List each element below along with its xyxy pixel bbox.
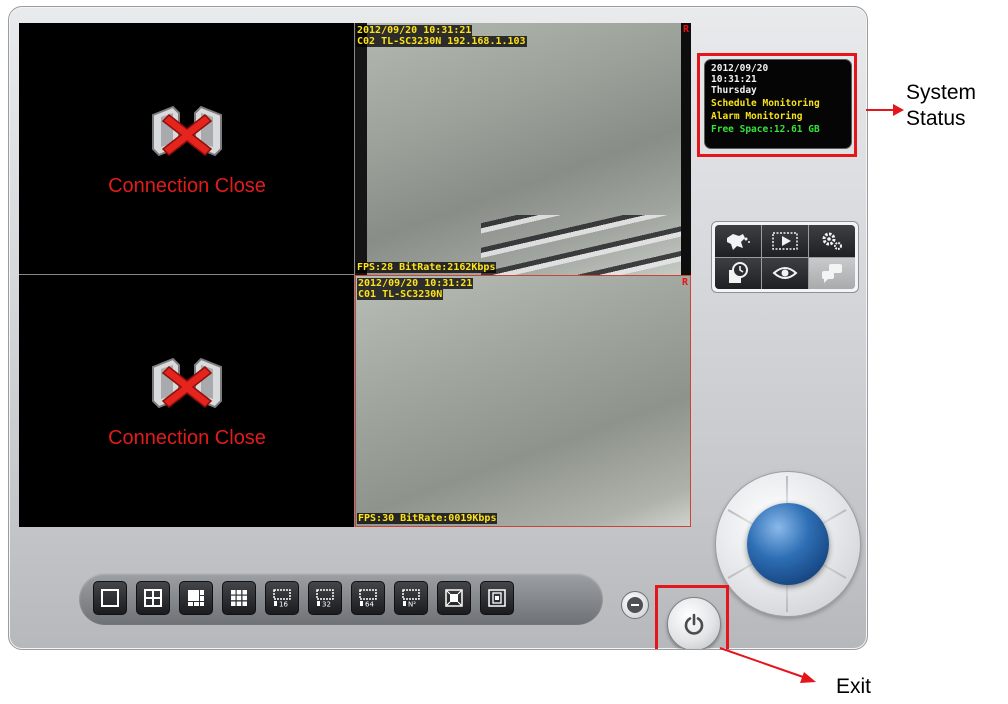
emap-button[interactable] <box>715 225 761 257</box>
callout-system-line2: Status <box>906 107 966 130</box>
system-status-callout: System Status <box>906 80 976 132</box>
layout-badge: 64 <box>365 601 374 609</box>
live-video-feed <box>356 276 690 526</box>
connection-close-message: Connection Close <box>108 175 266 197</box>
schedule-icon <box>729 262 748 284</box>
status-schedule-monitoring: Schedule Monitoring <box>711 98 820 109</box>
minus-icon <box>627 597 643 613</box>
status-alarm-monitoring: Alarm Monitoring <box>711 111 803 122</box>
power-icon <box>684 613 704 635</box>
ptz-control-ring[interactable] <box>715 471 861 617</box>
layout-16-button[interactable]: 16 <box>265 581 299 615</box>
sequence-icon <box>488 589 506 607</box>
camera-channel-3[interactable]: Connection Close <box>19 275 355 527</box>
schedule-button[interactable] <box>715 257 761 289</box>
status-weekday: Thursday <box>711 85 757 96</box>
fullscreen-icon <box>445 589 463 607</box>
system-status-panel: 2012/09/20 10:31:21 Thursday Schedule Mo… <box>704 59 852 149</box>
layout-32-icon: 32 <box>316 589 334 609</box>
status-date: 2012/09/20 <box>711 63 769 74</box>
osd-timestamp: 2012/09/20 10:31:21 <box>356 25 473 36</box>
layout-4-button[interactable] <box>136 581 170 615</box>
recording-flag: R <box>682 24 689 35</box>
status-time: 10:31:21 <box>711 74 757 85</box>
layout-badge: 16 <box>279 601 288 609</box>
layout-n2-button[interactable]: N² <box>394 581 428 615</box>
monitor-eye-icon <box>772 267 798 280</box>
exit-button[interactable] <box>667 597 721 649</box>
sequence-button[interactable] <box>480 581 514 615</box>
minimize-button[interactable] <box>621 591 649 619</box>
layout-16-icon: 16 <box>273 589 291 609</box>
layout-1-icon <box>101 589 119 607</box>
osd-stats: FPS:30 BitRate:0019Kbps <box>357 513 498 524</box>
layout-32-button[interactable]: 32 <box>308 581 342 615</box>
camera-channel-4[interactable]: 2012/09/20 10:31:21 C01 TL-SC3230N FPS:3… <box>355 275 691 527</box>
playback-button[interactable] <box>762 225 808 257</box>
osd-camera-label: C01 TL-SC3230N <box>357 289 444 300</box>
osd-stats: FPS:28 BitRate:2162Kbps <box>356 262 497 273</box>
video-edge <box>681 23 691 275</box>
monitor-button[interactable] <box>762 257 808 289</box>
chat-button <box>809 257 855 289</box>
video-grid: Connection Close 2012/09/20 10:31:21 C02… <box>19 23 691 527</box>
layout-9-button[interactable] <box>222 581 256 615</box>
layout-6-icon <box>188 590 204 606</box>
live-video-feed <box>367 23 681 275</box>
surveillance-app-window: Connection Close 2012/09/20 10:31:21 C02… <box>8 6 868 650</box>
chat-icon <box>822 264 842 284</box>
layout-64-button[interactable]: 64 <box>351 581 385 615</box>
layout-64-icon: 64 <box>359 589 377 609</box>
osd-camera-label: C02 TL-SC3230N 192.168.1.103 <box>356 36 527 47</box>
camera-channel-2[interactable]: 2012/09/20 10:31:21 C02 TL-SC3230N 192.1… <box>355 23 691 275</box>
playback-icon <box>772 232 798 250</box>
layout-badge: N² <box>408 601 416 609</box>
fullscreen-button[interactable] <box>437 581 471 615</box>
layout-1-button[interactable] <box>93 581 127 615</box>
layout-n2-icon: N² <box>402 589 420 609</box>
video-stripes <box>481 215 681 275</box>
connection-close-message: Connection Close <box>108 427 266 449</box>
recording-flag: R <box>681 277 688 288</box>
layout-badge: 32 <box>322 601 331 609</box>
layout-9-icon <box>231 590 247 606</box>
osd-timestamp: 2012/09/20 10:31:21 <box>357 278 474 289</box>
layout-4-icon <box>144 589 162 607</box>
layout-toolbar: 16 32 64 N² <box>79 573 603 625</box>
connection-closed-icon <box>152 357 222 409</box>
layout-6-button[interactable] <box>179 581 213 615</box>
settings-icon <box>822 232 842 250</box>
status-free-space: Free Space:12.61 GB <box>711 124 820 135</box>
callout-system-line1: System <box>906 81 977 104</box>
emap-icon <box>727 233 750 250</box>
function-toolbar <box>711 221 859 293</box>
video-edge <box>355 23 367 275</box>
exit-callout: Exit <box>836 675 872 698</box>
ptz-center-button[interactable] <box>747 503 829 585</box>
camera-channel-1[interactable]: Connection Close <box>19 23 355 275</box>
connection-closed-icon <box>152 105 222 157</box>
settings-button[interactable] <box>809 225 855 257</box>
